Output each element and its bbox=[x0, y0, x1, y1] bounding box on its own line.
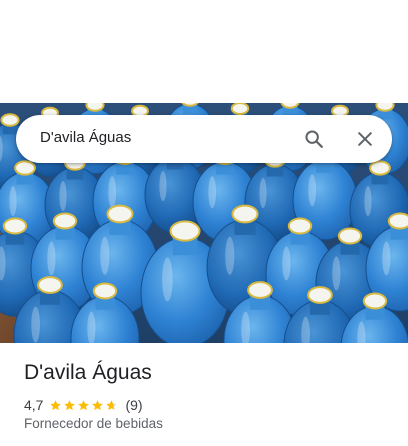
star-icon bbox=[92, 399, 104, 410]
star-rating bbox=[49, 399, 119, 412]
search-input[interactable]: D'avila Águas bbox=[40, 129, 131, 146]
rating-row[interactable]: 4,7 (9) bbox=[24, 396, 143, 414]
review-count[interactable]: (9) bbox=[125, 397, 142, 413]
search-icon bbox=[305, 130, 323, 148]
search-bar[interactable]: D'avila Águas bbox=[16, 115, 392, 163]
star-icon bbox=[64, 399, 76, 410]
star-icon bbox=[50, 399, 62, 410]
search-button[interactable] bbox=[296, 121, 332, 157]
place-title: D'avila Águas bbox=[24, 361, 152, 384]
star-icon bbox=[106, 399, 118, 410]
place-category[interactable]: Fornecedor de bebidas bbox=[24, 416, 163, 431]
star-icon bbox=[78, 399, 90, 410]
close-icon bbox=[358, 132, 372, 146]
rating-value: 4,7 bbox=[24, 397, 44, 413]
close-button[interactable] bbox=[347, 121, 383, 157]
